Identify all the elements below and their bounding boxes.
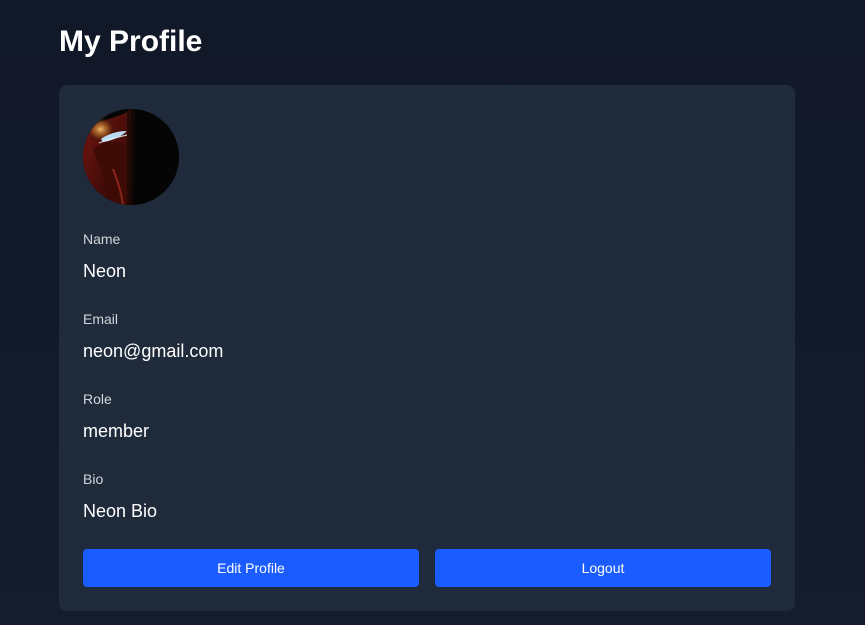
avatar [83,109,179,205]
bio-label: Bio [83,471,104,487]
edit-profile-button[interactable]: Edit Profile [83,549,419,587]
name-label: Name [83,231,121,247]
name-value: Neon [83,261,127,281]
role-value: member [83,421,150,441]
avatar-image [83,109,179,205]
profile-card: Name Neon Email neon@gmail.com Role memb… [59,85,795,611]
bio-value: Neon Bio [83,501,158,521]
email-label: Email [83,311,119,327]
logout-button[interactable]: Logout [435,549,771,587]
role-label: Role [83,391,112,407]
email-value: neon@gmail.com [83,341,224,361]
page-title: My Profile [59,25,203,58]
